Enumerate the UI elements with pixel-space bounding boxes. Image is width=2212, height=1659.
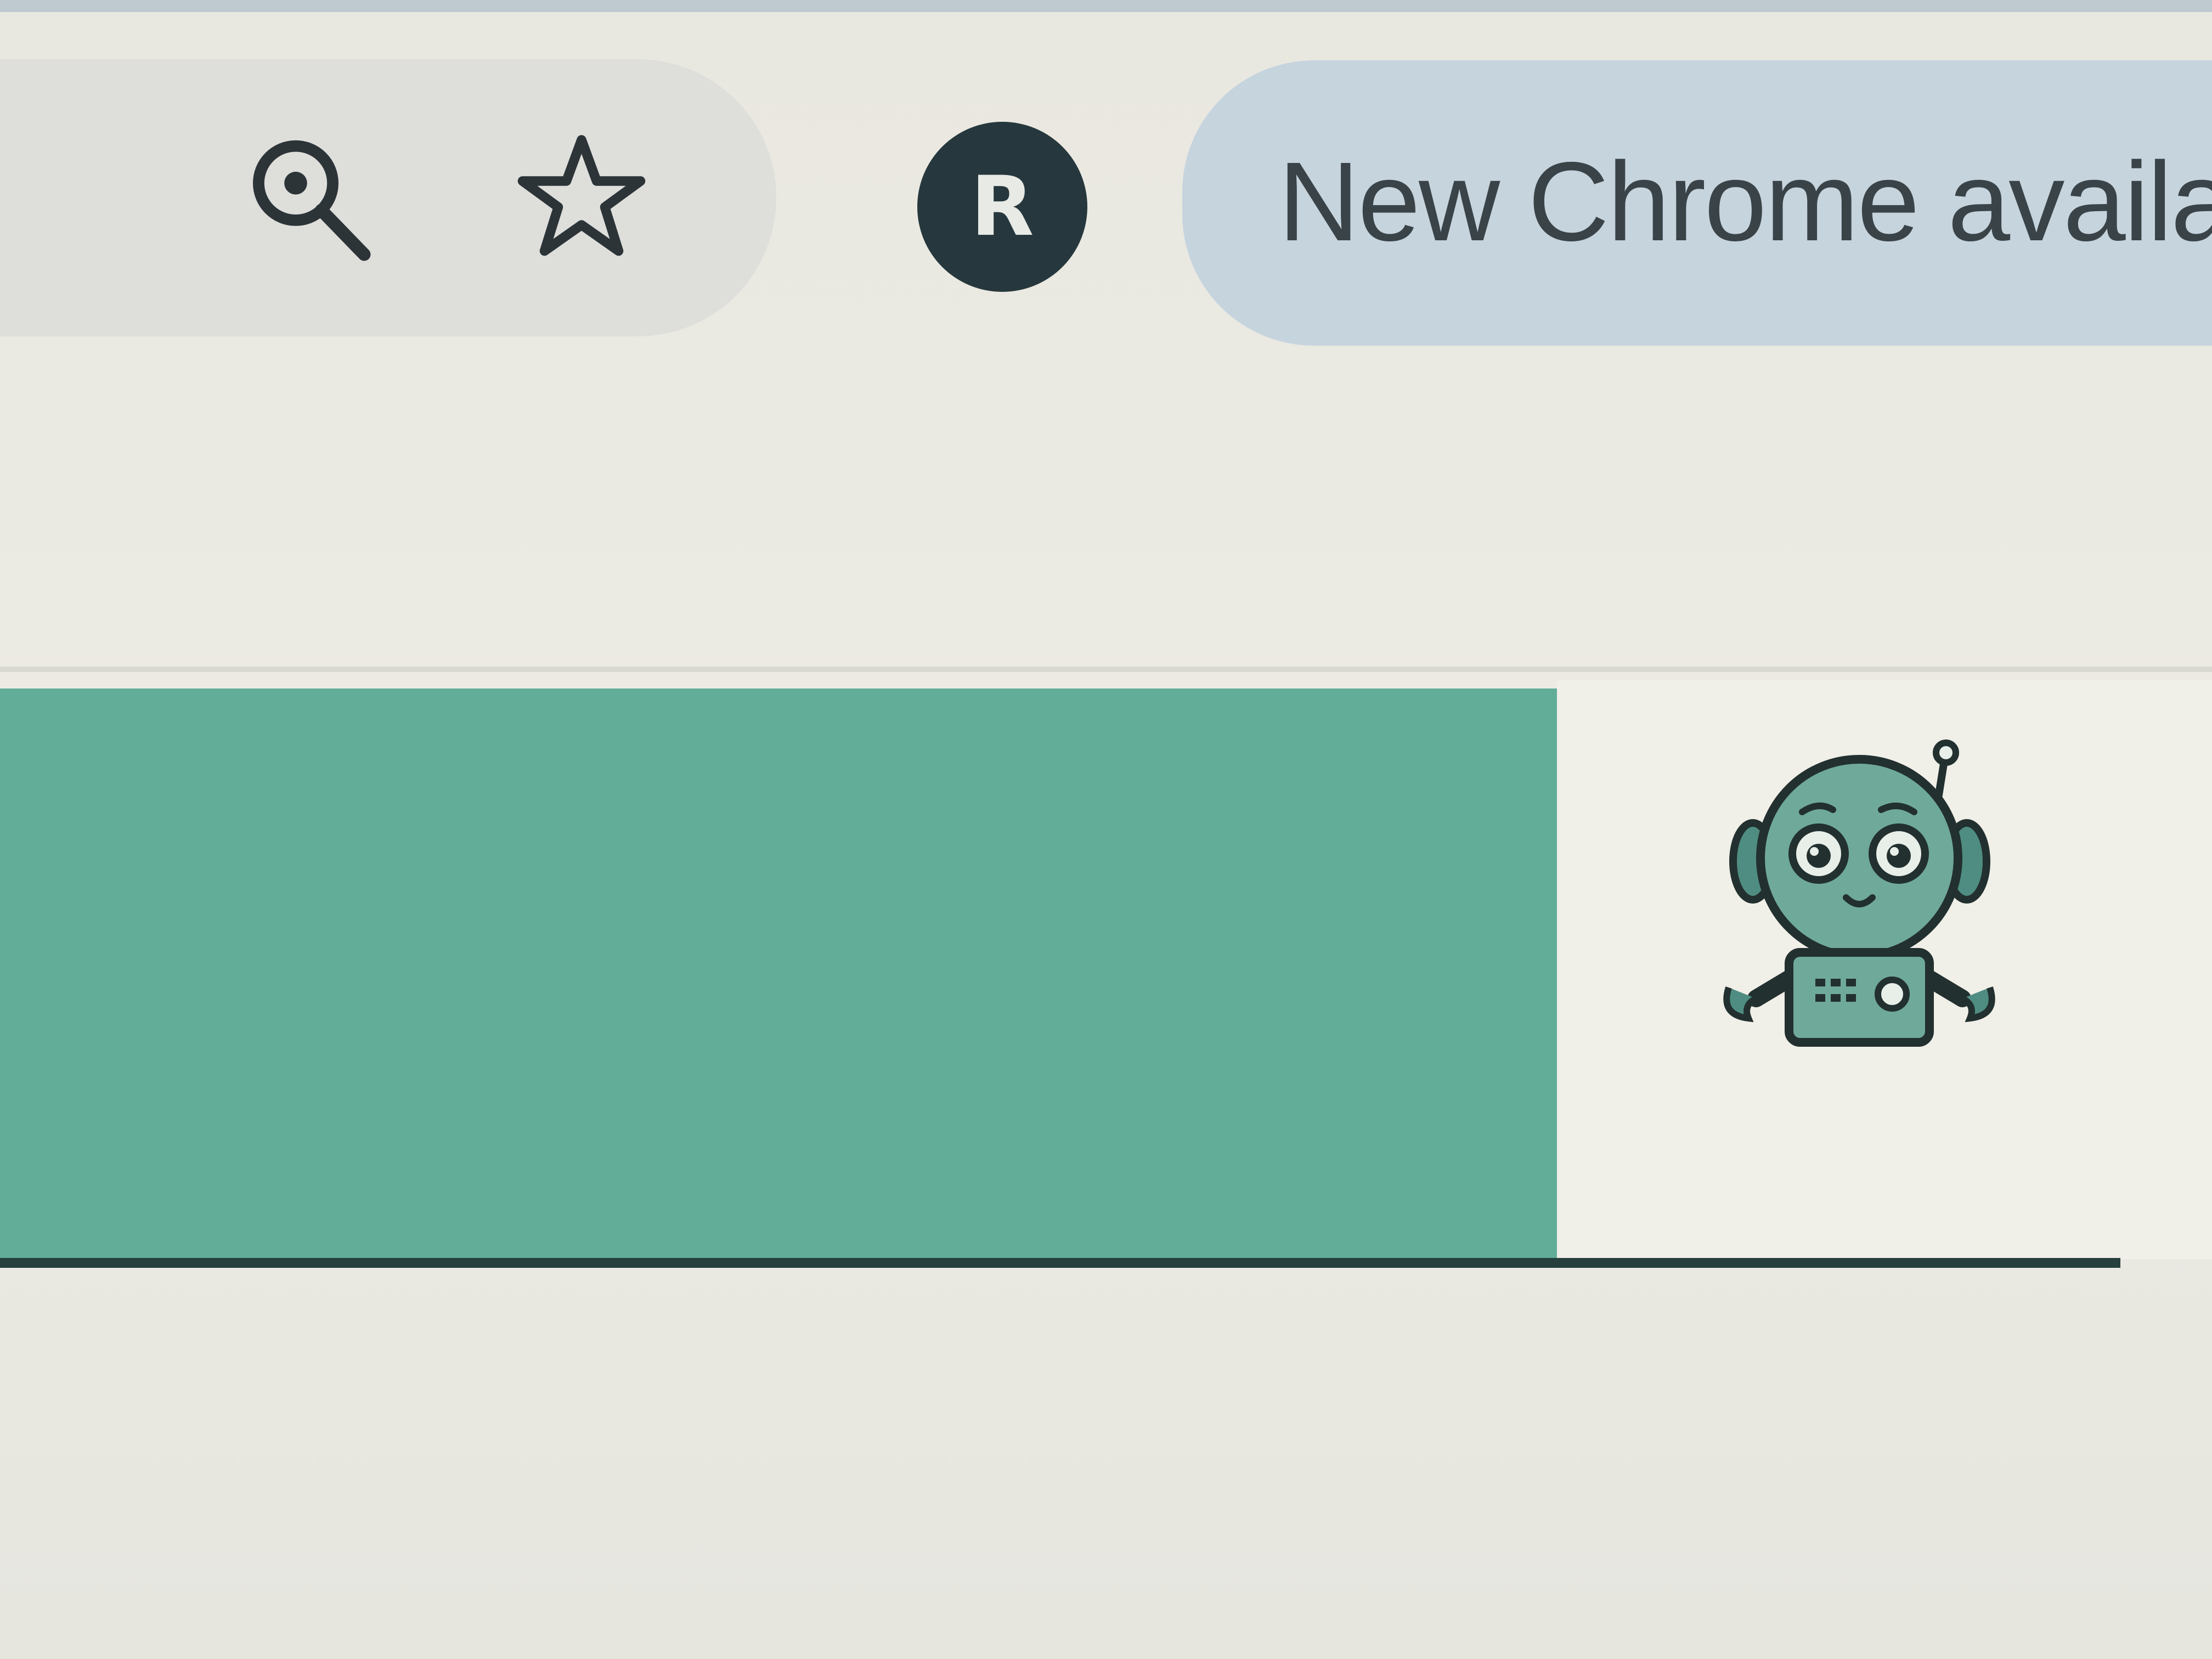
zoom-in-icon: [253, 140, 371, 261]
zoom-button[interactable]: [236, 126, 384, 274]
browser-window: R New Chrome available: [0, 0, 2212, 1659]
profile-avatar-button[interactable]: R: [917, 122, 1087, 292]
profile-initial: R: [970, 159, 1034, 255]
bookmark-star-button[interactable]: [507, 123, 656, 272]
new-chrome-available-button[interactable]: New Chrome available: [1182, 60, 2212, 346]
window-top-edge: [0, 0, 2212, 12]
banner-underline: [0, 1258, 2120, 1268]
address-bar[interactable]: [0, 59, 776, 336]
update-label: New Chrome available: [1278, 139, 2212, 264]
toolbar-divider: [0, 667, 2212, 672]
teal-banner: [0, 689, 1557, 1258]
star-outline-icon: [517, 135, 646, 256]
robot-mascot-icon: [1723, 740, 1995, 1047]
